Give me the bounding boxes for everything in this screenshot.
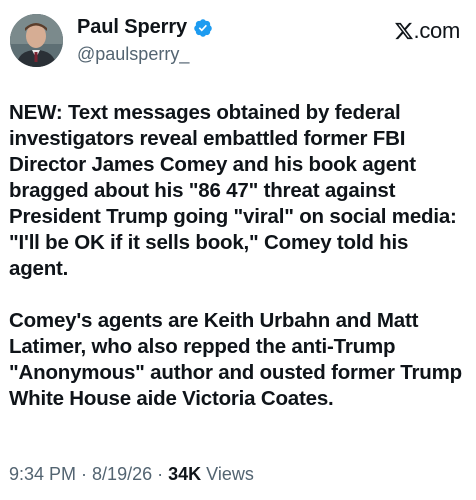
tweet-time[interactable]: 9:34 PM (9, 464, 76, 484)
tweet-paragraph: NEW: Text messages obtained by federal i… (9, 101, 457, 280)
brand-label: .com (394, 18, 460, 47)
meta-separator: · (76, 464, 93, 484)
views-count: 34K (168, 464, 202, 484)
tweet-text: NEW: Text messages obtained by federal i… (9, 100, 471, 438)
author-handle[interactable]: @paulsperry_ (77, 44, 189, 65)
views-label: Views (201, 464, 254, 484)
avatar[interactable] (10, 14, 63, 67)
tweet-card: Paul Sperry @paulsperry_ .com NEW: Text … (0, 0, 476, 500)
author-display-name[interactable]: Paul Sperry (77, 16, 187, 39)
tweet-date[interactable]: 8/19/26 (92, 464, 152, 484)
tweet-meta: 9:34 PM · 8/19/26 · 34K Views (9, 464, 254, 485)
tweet-paragraph: Comey's agents are Keith Urbahn and Matt… (9, 309, 462, 410)
meta-separator: · (152, 464, 169, 484)
verified-badge-icon (193, 18, 213, 38)
brand-domain: .com (413, 18, 461, 43)
x-logo-icon (394, 21, 414, 47)
author-name-row[interactable]: Paul Sperry (77, 16, 213, 39)
